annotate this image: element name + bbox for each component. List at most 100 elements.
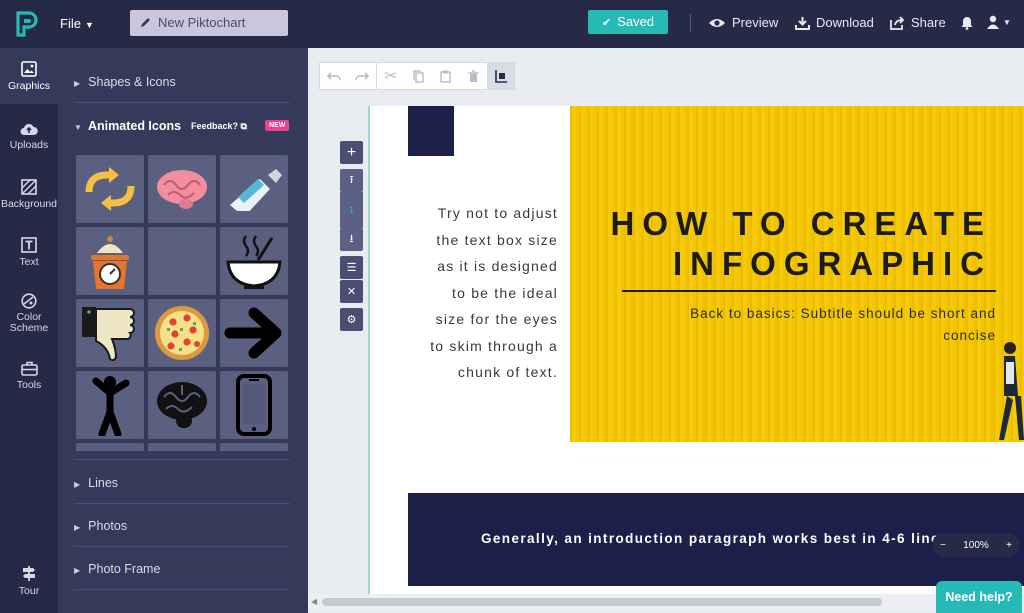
delete-block-button[interactable]: ✕	[340, 280, 363, 303]
preview-button[interactable]: Preview	[708, 15, 778, 30]
hero-divider	[622, 290, 996, 292]
plus-icon: +	[346, 143, 357, 161]
hero-title[interactable]: HOW TO CREATE INFOGRAPHIC	[611, 204, 992, 284]
section-lines[interactable]: ▶ Lines	[74, 476, 290, 490]
delete-button[interactable]	[460, 63, 488, 89]
new-badge: NEW	[265, 120, 290, 131]
need-help-button[interactable]: Need help?	[936, 581, 1022, 613]
duplicate-block-button[interactable]: ☰	[340, 256, 363, 279]
rail-label-tools: Tools	[16, 379, 42, 391]
project-title-text: New Piktochart	[158, 15, 246, 30]
icon-tile[interactable]	[220, 299, 288, 367]
icon-tile[interactable]	[76, 371, 144, 439]
brain-pink-icon	[157, 170, 207, 209]
rail-item-color-scheme[interactable]: Color Scheme	[0, 293, 58, 334]
divider	[690, 14, 691, 32]
copy-button[interactable]	[405, 63, 433, 89]
clipboard-group: ✂	[376, 62, 488, 90]
rail-item-tour[interactable]: Tour	[0, 565, 58, 597]
body-line: to be the ideal	[452, 284, 558, 301]
rail-item-uploads[interactable]: Uploads	[0, 122, 58, 151]
cut-button[interactable]: ✂	[377, 63, 405, 89]
icon-tile[interactable]	[148, 443, 216, 451]
saved-button[interactable]: ✔ Saved	[588, 10, 668, 34]
caret-down-icon: ▼	[74, 123, 82, 132]
arrow-right-icon	[224, 307, 282, 359]
share-label: Share	[911, 15, 946, 30]
hero-subtitle[interactable]: Back to basics: Subtitle should be short…	[626, 303, 996, 347]
glue-tube-icon	[230, 169, 282, 211]
icon-tile[interactable]	[76, 227, 144, 295]
zoom-in-button[interactable]: +	[1006, 540, 1012, 551]
body-line: to skim through a	[430, 337, 558, 354]
icon-tile[interactable]	[148, 227, 216, 295]
rail-item-tools[interactable]: Tools	[0, 361, 58, 391]
image-icon	[21, 61, 37, 77]
move-up-button[interactable]: ⭱	[340, 169, 363, 192]
move-down-button[interactable]: ⭳	[340, 228, 363, 251]
icon-tile[interactable]	[76, 155, 144, 223]
icon-tile[interactable]	[220, 371, 288, 439]
horizontal-scrollbar[interactable]: ◀	[308, 594, 936, 610]
scrollbar-thumb[interactable]	[322, 598, 882, 606]
body-line: chunk of text.	[457, 364, 558, 380]
kitchen-scale-icon	[91, 236, 129, 289]
block-settings-button[interactable]: ⚙	[340, 308, 363, 331]
file-menu[interactable]: File ▼	[60, 16, 94, 31]
caret-right-icon: ▶	[74, 566, 81, 575]
icon-tile[interactable]	[220, 155, 288, 223]
icon-tile[interactable]	[76, 443, 144, 451]
file-menu-label: File	[60, 16, 81, 31]
icon-tile[interactable]	[148, 299, 216, 367]
hatch-icon	[21, 179, 37, 195]
body-text-box[interactable]: Try not to adjust the text box size as i…	[412, 200, 558, 386]
body-line: the text box size	[436, 231, 558, 248]
share-button[interactable]: Share	[890, 15, 946, 30]
icon-tile[interactable]	[220, 443, 288, 451]
redo-button[interactable]	[348, 63, 376, 89]
hero-image[interactable]: HOW TO CREATE INFOGRAPHIC Back to basics…	[570, 106, 1024, 442]
align-group	[487, 62, 515, 90]
caret-right-icon: ▶	[74, 79, 81, 88]
section-shapes-icons[interactable]: ▶ Shapes & Icons	[74, 75, 290, 89]
walking-person-figure	[999, 342, 1024, 440]
share-icon	[890, 15, 905, 30]
brain-black-icon	[157, 382, 207, 428]
section-photo-frame[interactable]: ▶ Photo Frame	[74, 562, 290, 576]
navy-shape[interactable]	[408, 106, 454, 156]
intro-band[interactable]: Generally, an introduction paragraph wor…	[408, 493, 1024, 586]
zoom-out-button[interactable]: −	[940, 540, 946, 551]
paste-button[interactable]	[432, 63, 460, 89]
icon-tile[interactable]	[148, 371, 216, 439]
caret-right-icon: ▶	[74, 523, 81, 532]
redo-icon	[355, 72, 369, 81]
icon-tile[interactable]	[220, 227, 288, 295]
section-photos[interactable]: ▶ Photos	[74, 519, 290, 533]
scroll-left-icon[interactable]: ◀	[311, 597, 317, 606]
download-button[interactable]: Download	[795, 15, 874, 30]
icon-tile[interactable]	[76, 299, 144, 367]
undo-button[interactable]	[320, 63, 348, 89]
download-label: Download	[816, 15, 874, 30]
rail-item-text[interactable]: Text	[0, 237, 58, 268]
rail-label-text: Text	[19, 256, 39, 268]
account-menu[interactable]: ▼	[987, 15, 1011, 29]
project-title-input[interactable]: New Piktochart	[130, 10, 288, 36]
icon-tile[interactable]	[148, 155, 216, 223]
hero-subtitle-line: concise	[943, 328, 996, 343]
toolbox-icon	[20, 361, 38, 376]
rail-item-background[interactable]: Background	[0, 179, 58, 210]
external-link-icon: ⧉	[238, 121, 247, 131]
body-line: size for the eyes	[435, 311, 558, 327]
rail-label-graphics: Graphics	[7, 80, 50, 92]
feedback-link[interactable]: Feedback? ⧉	[191, 121, 247, 132]
rail-item-graphics[interactable]: Graphics	[0, 48, 58, 104]
download-icon	[795, 16, 810, 30]
caret-right-icon: ▶	[74, 480, 81, 489]
add-block-button[interactable]: +	[340, 141, 363, 164]
bell-icon[interactable]	[961, 16, 973, 30]
piktochart-logo-icon[interactable]	[14, 10, 40, 38]
section-label-photos: Photos	[88, 519, 128, 533]
align-button[interactable]	[488, 63, 514, 89]
thumbs-down-icon	[82, 307, 135, 362]
